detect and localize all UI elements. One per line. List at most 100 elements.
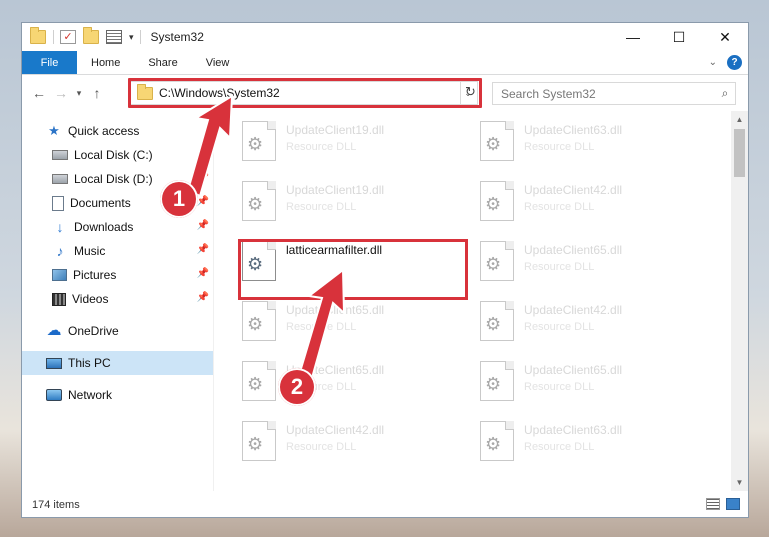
file-type: Resource DLL xyxy=(286,141,357,153)
file-meta: UpdateClient42.dll Resource DLL xyxy=(524,179,622,213)
file-meta: UpdateClient19.dll Resource DLL xyxy=(286,119,384,153)
tab-share[interactable]: Share xyxy=(134,51,191,74)
hard-drive-icon xyxy=(52,150,68,160)
pin-icon[interactable]: 📌 xyxy=(197,172,209,183)
pin-icon[interactable]: 📌 xyxy=(197,244,209,255)
sidebar-item-label: Quick access xyxy=(68,124,140,138)
search-input[interactable] xyxy=(501,86,715,101)
dll-file-icon xyxy=(242,181,276,221)
file-item[interactable]: UpdateClient65.dll Resource DLL xyxy=(242,359,462,409)
file-meta: UpdateClient19.dll Resource DLL xyxy=(286,179,384,213)
file-name: UpdateClient65.dll xyxy=(524,243,623,257)
forward-arrow-icon[interactable]: → xyxy=(50,85,72,101)
tiles-view-icon[interactable] xyxy=(726,498,740,510)
file-name: UpdateClient42.dll xyxy=(286,423,385,437)
customize-toolbar-chevron-icon[interactable]: ▾ xyxy=(129,32,134,43)
dll-file-icon xyxy=(480,301,514,341)
vertical-scrollbar[interactable]: ▲ ▼ xyxy=(731,111,748,491)
properties-icon[interactable] xyxy=(106,30,122,44)
window-controls: — ☐ ✕ xyxy=(610,23,748,51)
file-item[interactable]: UpdateClient42.dll Resource DLL xyxy=(480,179,700,229)
music-note-icon: ♪ xyxy=(56,243,64,259)
file-type: Resource DLL xyxy=(524,201,595,213)
file-item[interactable]: UpdateClient42.dll Resource DLL xyxy=(480,299,700,349)
file-type: Resource DLL xyxy=(286,441,357,453)
file-type: Resource DLL xyxy=(286,201,357,213)
sidebar-item-this-pc[interactable]: This PC xyxy=(22,351,213,375)
file-item[interactable]: UpdateClient19.dll Resource DLL xyxy=(242,119,462,169)
close-button[interactable]: ✕ xyxy=(702,23,748,51)
sidebar-item-music[interactable]: ♪ Music 📌 xyxy=(22,239,213,263)
toolbar-separator xyxy=(139,30,141,44)
file-meta: UpdateClient42.dll Resource DLL xyxy=(524,299,622,333)
folder-icon[interactable] xyxy=(30,27,46,44)
dll-file-icon xyxy=(242,301,276,341)
network-icon xyxy=(46,389,62,401)
sidebar-item-label: Documents xyxy=(70,196,131,210)
up-arrow-icon[interactable]: ↑ xyxy=(86,85,108,101)
file-name: UpdateClient42.dll xyxy=(524,303,623,317)
dll-file-icon xyxy=(480,121,514,161)
sidebar-item-onedrive[interactable]: ☁ OneDrive xyxy=(22,319,213,343)
new-folder-icon[interactable] xyxy=(83,27,99,44)
item-count: 174 items xyxy=(32,499,80,511)
sidebar-item-downloads[interactable]: ↓ Downloads 📌 xyxy=(22,215,213,239)
pin-icon[interactable]: 📌 xyxy=(197,148,209,159)
file-type: Resource DLL xyxy=(524,441,595,453)
scrollbar-thumb[interactable] xyxy=(734,129,745,177)
sidebar-item-label: Downloads xyxy=(74,220,134,234)
sidebar-item-videos[interactable]: Videos 📌 xyxy=(22,287,213,311)
file-name: UpdateClient63.dll xyxy=(524,123,623,137)
file-item[interactable]: UpdateClient63.dll Resource DLL xyxy=(480,119,700,169)
search-box[interactable]: ⌕ xyxy=(492,82,736,105)
sidebar-item-pictures[interactable]: Pictures 📌 xyxy=(22,263,213,287)
file-item[interactable]: UpdateClient19.dll Resource DLL xyxy=(242,179,462,229)
callout-badge-1: 1 xyxy=(160,180,198,218)
sidebar-item-label: Videos xyxy=(72,292,109,306)
sidebar-item-label: Pictures xyxy=(73,268,117,282)
search-icon[interactable]: ⌕ xyxy=(715,86,735,101)
tab-home[interactable]: Home xyxy=(77,51,134,74)
file-name: UpdateClient63.dll xyxy=(524,423,623,437)
scroll-up-icon[interactable]: ▲ xyxy=(731,111,748,128)
file-meta: UpdateClient63.dll Resource DLL xyxy=(524,419,622,453)
pin-icon[interactable]: 📌 xyxy=(197,196,209,207)
back-arrow-icon[interactable]: ← xyxy=(28,85,50,101)
properties-check-icon[interactable]: ✓ xyxy=(60,30,76,44)
sidebar-item-label: Network xyxy=(68,388,113,402)
file-item[interactable]: UpdateClient65.dll Resource DLL xyxy=(480,239,700,289)
sidebar-item-quick-access[interactable]: ★ Quick access xyxy=(22,119,213,143)
dll-file-icon xyxy=(242,421,276,461)
sidebar-item-network[interactable]: Network xyxy=(22,383,213,407)
file-item[interactable]: UpdateClient65.dll Resource DLL xyxy=(242,299,462,349)
help-icon[interactable]: ? xyxy=(727,55,742,70)
tab-view[interactable]: View xyxy=(192,51,244,74)
recent-locations-chevron-icon[interactable]: ▾ xyxy=(72,88,86,99)
navigation-bar: ← → ▾ ↑ C:\Windows\System32 ⌄ ↻ ⌕ xyxy=(22,75,748,111)
title-bar: ✓ ▾ System32 — ☐ ✕ xyxy=(22,23,748,51)
file-name: UpdateClient42.dll xyxy=(524,183,623,197)
details-view-icon[interactable] xyxy=(706,498,720,510)
sidebar-item-local-disk-c[interactable]: Local Disk (C:) 📌 xyxy=(22,143,213,167)
file-item[interactable]: UpdateClient42.dll Resource DLL xyxy=(242,419,462,469)
tab-file[interactable]: File xyxy=(22,51,77,74)
file-item[interactable]: UpdateClient65.dll Resource DLL xyxy=(480,359,700,409)
sidebar-item-label: Local Disk (C:) xyxy=(74,148,153,162)
expand-ribbon-chevron-icon[interactable]: ⌄ xyxy=(709,57,717,68)
picture-icon xyxy=(52,269,67,281)
ribbon-right-controls: ⌄ ? xyxy=(709,55,742,70)
scroll-down-icon[interactable]: ▼ xyxy=(731,474,748,491)
content-area: ★ Quick access Local Disk (C:) 📌 Local D… xyxy=(22,111,748,491)
minimize-button[interactable]: — xyxy=(610,23,656,51)
dll-file-icon xyxy=(480,181,514,221)
pin-icon[interactable]: 📌 xyxy=(197,220,209,231)
dll-file-icon xyxy=(242,361,276,401)
maximize-button[interactable]: ☐ xyxy=(656,23,702,51)
download-icon: ↓ xyxy=(56,219,64,235)
pin-icon[interactable]: 📌 xyxy=(197,292,209,303)
file-item[interactable]: UpdateClient63.dll Resource DLL xyxy=(480,419,700,469)
film-strip-icon xyxy=(52,292,66,306)
pin-icon[interactable]: 📌 xyxy=(197,268,209,279)
dll-file-icon xyxy=(242,121,276,161)
